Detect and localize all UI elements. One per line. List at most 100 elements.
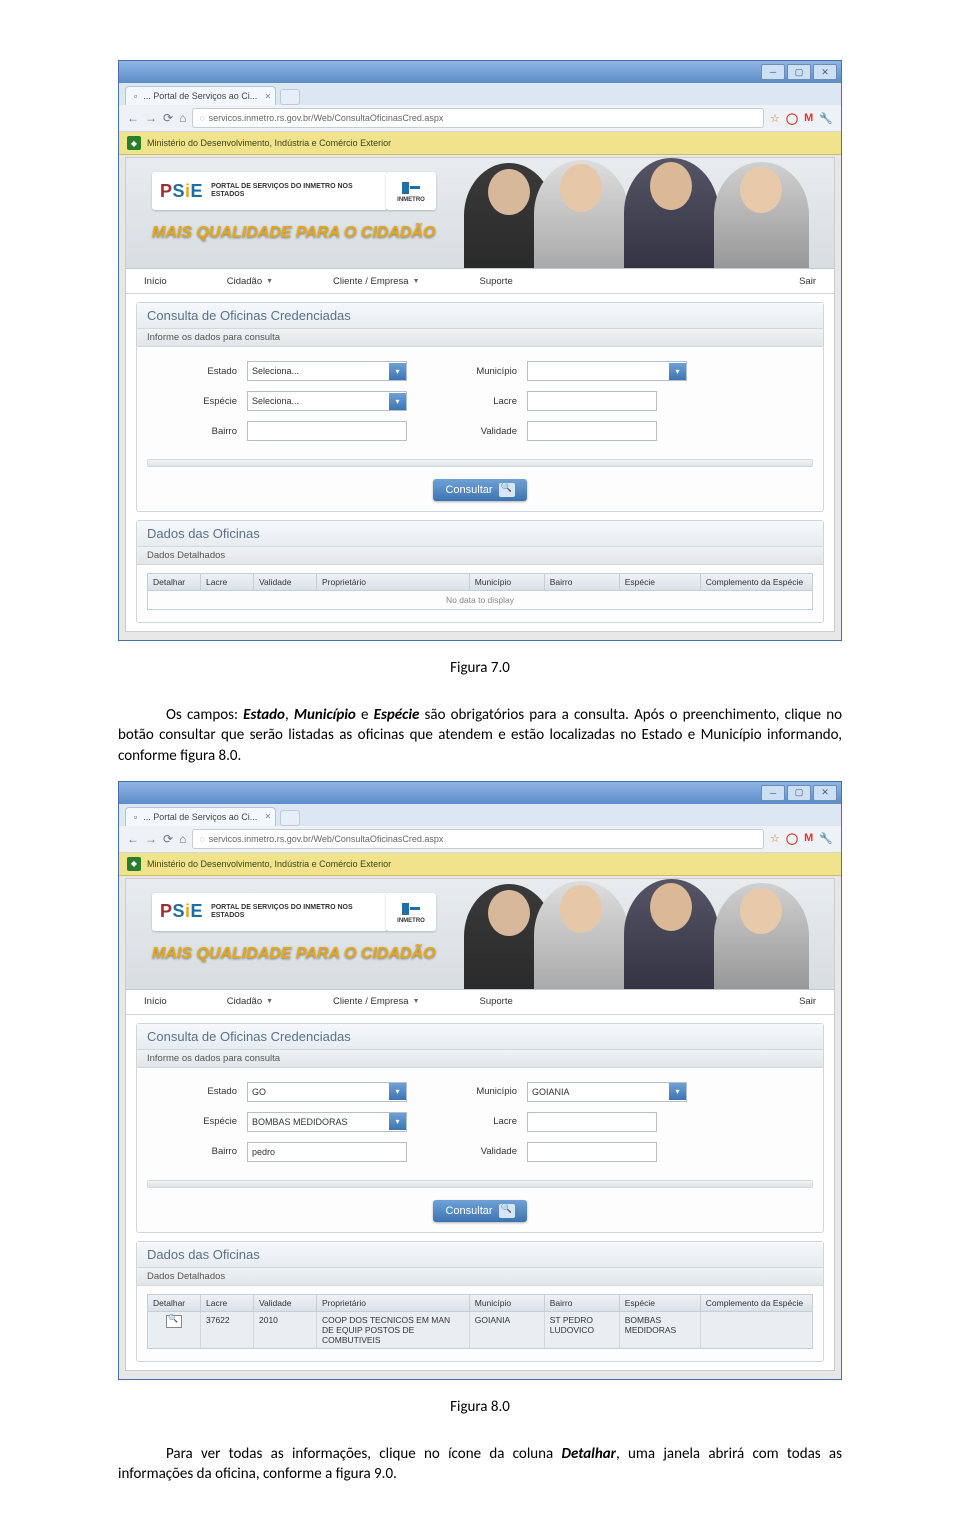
lacre-input[interactable]	[527, 391, 657, 411]
col-proprietario[interactable]: Proprietário	[317, 574, 470, 590]
banner-slogan: MAIS QUALIDADE PARA O CIDADÃO	[152, 224, 436, 242]
url-input[interactable]: ◌ servicos.inmetro.rs.gov.br/Web/Consult…	[192, 108, 764, 128]
consultar-button[interactable]: Consultar	[433, 479, 526, 501]
col-complemento[interactable]: Complemento da Espécie	[701, 1295, 812, 1311]
browser-tab[interactable]: ▫ ... Portal de Serviços ao Ci... ✕	[125, 807, 276, 826]
results-sub: Dados Detalhados	[137, 547, 823, 565]
menu-inicio[interactable]: Início	[144, 276, 167, 287]
maximize-icon[interactable]: ▢	[787, 64, 811, 80]
estado-select[interactable]: Seleciona...▾	[247, 361, 407, 381]
bairro-input[interactable]	[247, 421, 407, 441]
bookmark-label[interactable]: Ministério do Desenvolvimento, Indústria…	[147, 859, 391, 869]
psie-logo: PSiE	[160, 901, 203, 922]
chevron-down-icon: ▾	[669, 1083, 686, 1100]
forward-icon[interactable]: →	[145, 832, 157, 846]
psie-logo: PSiE	[160, 181, 203, 202]
bairro-input[interactable]: pedro	[247, 1142, 407, 1162]
col-lacre[interactable]: Lacre	[201, 1295, 254, 1311]
lacre-input[interactable]	[527, 1112, 657, 1132]
panel-title: Consulta de Oficinas Credenciadas	[137, 1024, 823, 1050]
tab-close-icon[interactable]: ✕	[265, 812, 272, 821]
bookmark-label[interactable]: Ministério do Desenvolvimento, Indústria…	[147, 138, 391, 148]
bookmark-bar: ◆ Ministério do Desenvolvimento, Indústr…	[119, 132, 841, 155]
menu-cidadao[interactable]: Cidadão▼	[227, 996, 273, 1007]
label-bairro: Bairro	[177, 426, 237, 437]
new-tab-button[interactable]	[280, 89, 300, 105]
home-icon[interactable]: ⌂	[179, 832, 186, 846]
minimize-icon[interactable]: ─	[761, 785, 785, 801]
col-lacre[interactable]: Lacre	[201, 574, 254, 590]
inmetro-label: INMETRO	[397, 197, 425, 203]
menu-cliente[interactable]: Cliente / Empresa▼	[333, 996, 419, 1007]
table-header: Detalhar Lacre Validade Proprietário Mun…	[148, 574, 812, 591]
col-municipio[interactable]: Município	[470, 574, 545, 590]
figure-caption-7: Figura 7.0	[118, 659, 842, 677]
col-proprietario[interactable]: Proprietário	[317, 1295, 470, 1311]
col-validade[interactable]: Validade	[254, 574, 317, 590]
bookmark-star-icon[interactable]: ☆	[770, 112, 780, 125]
reload-icon[interactable]: ⟳	[163, 832, 173, 846]
extension-icon[interactable]: ◯	[786, 112, 798, 125]
inmetro-icon	[400, 179, 422, 197]
col-municipio[interactable]: Município	[470, 1295, 545, 1311]
gmail-icon[interactable]: M	[804, 832, 813, 845]
url-text: servicos.inmetro.rs.gov.br/Web/ConsultaO…	[209, 113, 444, 123]
back-icon[interactable]: ←	[127, 111, 139, 125]
col-bairro[interactable]: Bairro	[545, 1295, 620, 1311]
minimize-icon[interactable]: ─	[761, 64, 785, 80]
col-detalhar[interactable]: Detalhar	[148, 1295, 201, 1311]
menu-cidadao[interactable]: Cidadão▼	[227, 276, 273, 287]
validade-input[interactable]	[527, 1142, 657, 1162]
reload-icon[interactable]: ⟳	[163, 111, 173, 125]
paragraph-1: Os campos: Estado, Município e Espécie s…	[118, 705, 842, 766]
col-validade[interactable]: Validade	[254, 1295, 317, 1311]
forward-icon[interactable]: →	[145, 111, 157, 125]
col-especie[interactable]: Espécie	[620, 574, 701, 590]
close-icon[interactable]: ✕	[813, 785, 837, 801]
banner: PSiE PORTAL DE SERVIÇOS DO INMETRO NOS E…	[126, 158, 834, 269]
especie-select[interactable]: BOMBAS MEDIDORAS▾	[247, 1112, 407, 1132]
tab-title: ... Portal de Serviços ao Ci...	[143, 91, 257, 101]
detalhar-icon[interactable]	[166, 1315, 182, 1328]
back-icon[interactable]: ←	[127, 832, 139, 846]
browser-tab[interactable]: ▫ ... Portal de Serviços ao Ci... ✕	[125, 86, 276, 105]
menu-suporte[interactable]: Suporte	[480, 996, 513, 1007]
validade-input[interactable]	[527, 421, 657, 441]
menu-inicio[interactable]: Início	[144, 996, 167, 1007]
screenshot-figura-7: ─ ▢ ✕ ▫ ... Portal de Serviços ao Ci... …	[118, 60, 842, 641]
estado-select[interactable]: GO▾	[247, 1082, 407, 1102]
tab-bar: ▫ ... Portal de Serviços ao Ci... ✕	[119, 83, 841, 105]
settings-wrench-icon[interactable]: 🔧	[819, 832, 833, 845]
main-menu: Início Cidadão▼ Cliente / Empresa▼ Supor…	[126, 269, 834, 294]
settings-wrench-icon[interactable]: 🔧	[819, 112, 833, 125]
col-detalhar[interactable]: Detalhar	[148, 574, 201, 590]
menu-suporte[interactable]: Suporte	[480, 276, 513, 287]
consultar-button[interactable]: Consultar	[433, 1200, 526, 1222]
maximize-icon[interactable]: ▢	[787, 785, 811, 801]
home-icon[interactable]: ⌂	[179, 111, 186, 125]
banner: PSiE PORTAL DE SERVIÇOS DO INMETRO NOS E…	[126, 879, 834, 990]
table-row[interactable]: 37622 2010 COOP DOS TECNICOS EM MAN DE E…	[148, 1312, 812, 1348]
municipio-select[interactable]: ▾	[527, 361, 687, 381]
menu-sair[interactable]: Sair	[799, 996, 816, 1007]
col-bairro[interactable]: Bairro	[545, 574, 620, 590]
col-especie[interactable]: Espécie	[620, 1295, 701, 1311]
menu-sair[interactable]: Sair	[799, 276, 816, 287]
gmail-icon[interactable]: M	[804, 112, 813, 125]
col-complemento[interactable]: Complemento da Espécie	[701, 574, 812, 590]
menu-cliente[interactable]: Cliente / Empresa▼	[333, 276, 419, 287]
close-icon[interactable]: ✕	[813, 64, 837, 80]
bookmark-star-icon[interactable]: ☆	[770, 832, 780, 845]
label-estado: Estado	[177, 1086, 237, 1097]
page-content: PSiE PORTAL DE SERVIÇOS DO INMETRO NOS E…	[119, 155, 841, 640]
cell-especie: BOMBAS MEDIDORAS	[620, 1312, 701, 1348]
cell-complemento	[701, 1312, 812, 1348]
municipio-select[interactable]: GOIANIA▾	[527, 1082, 687, 1102]
url-input[interactable]: ◌ servicos.inmetro.rs.gov.br/Web/Consult…	[192, 829, 764, 849]
psie-logo-box: PSiE PORTAL DE SERVIÇOS DO INMETRO NOS E…	[152, 893, 388, 931]
extension-icon[interactable]: ◯	[786, 832, 798, 845]
especie-select[interactable]: Seleciona...▾	[247, 391, 407, 411]
new-tab-button[interactable]	[280, 810, 300, 826]
tab-close-icon[interactable]: ✕	[265, 92, 272, 101]
panel-title: Consulta de Oficinas Credenciadas	[137, 303, 823, 329]
